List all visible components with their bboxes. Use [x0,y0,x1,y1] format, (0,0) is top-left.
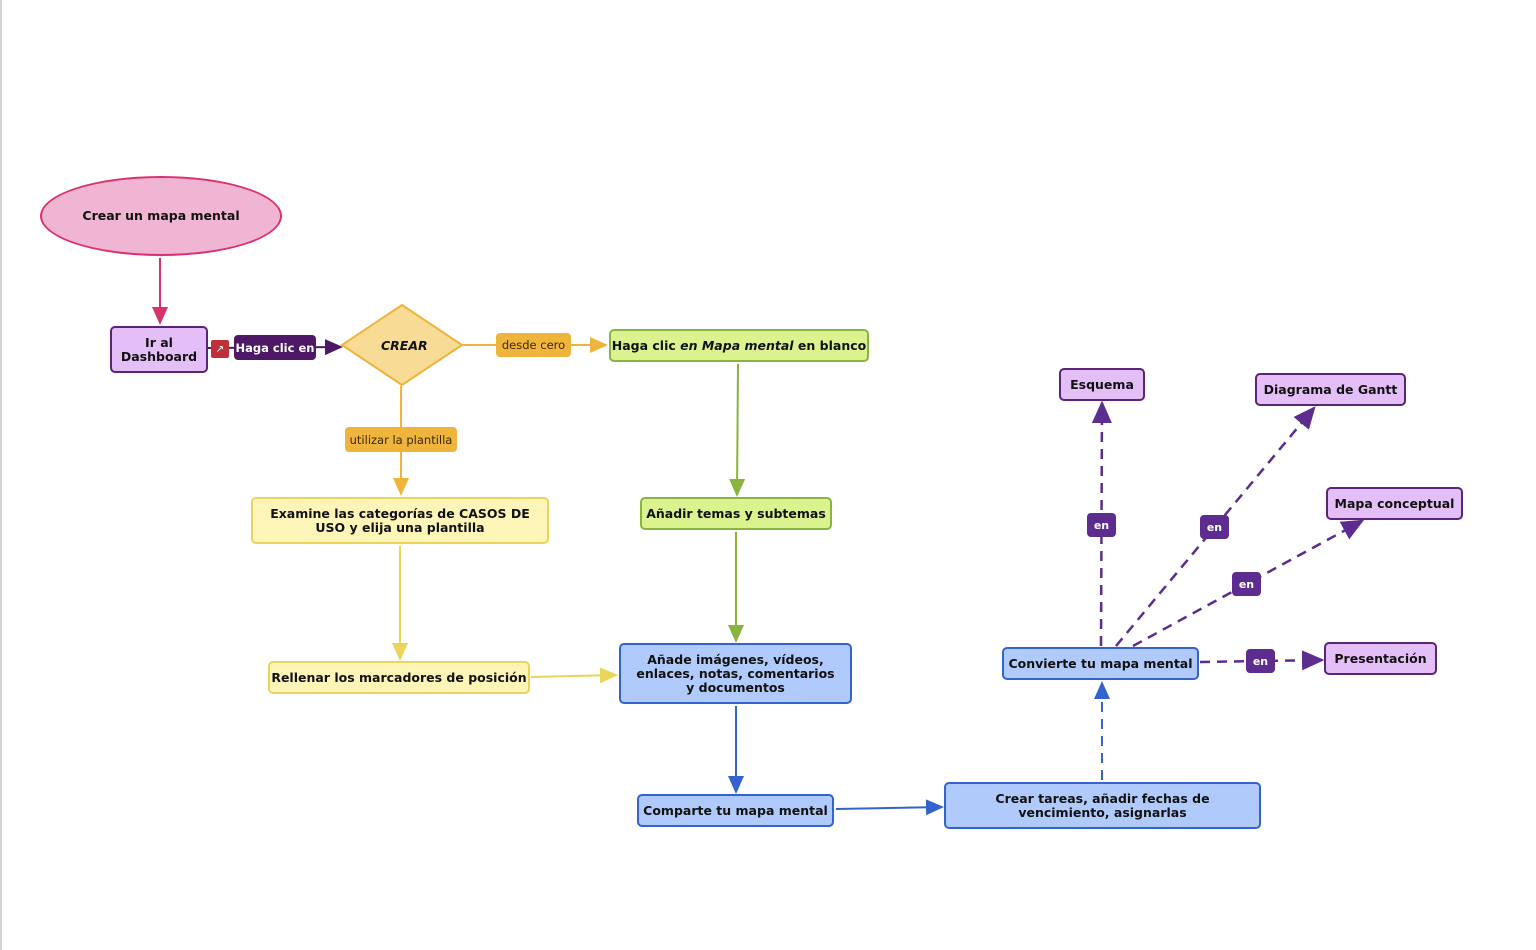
dashboard-node[interactable]: Ir al Dashboard [110,326,208,373]
tasks-node-text: Crear tareas, añadir fechas de vencimien… [995,790,1210,820]
crear-decision-text[interactable]: CREAR [381,338,428,353]
edge-label-en-esquema: en [1087,513,1116,537]
edge-label-en-gantt: en [1200,515,1229,539]
examine-node[interactable]: Examine las categorías de CASOS DE USO y… [251,497,549,544]
media-node-text: Añade imágenes, vídeos, enlaces, notas, … [636,651,835,695]
edge-label-from-scratch: desde cero [496,333,571,357]
tasks-node[interactable]: Crear tareas, añadir fechas de vencimien… [944,782,1261,829]
convert-node[interactable]: Convierte tu mapa mental [1002,647,1199,680]
placeholders-node-text: Rellenar los marcadores de posición [271,669,527,685]
convert-node-text: Convierte tu mapa mental [1008,655,1193,671]
presentacion-node[interactable]: Presentación [1324,642,1437,675]
presentacion-node-text: Presentación [1334,650,1427,666]
topics-node-text: Añadir temas y subtemas [646,505,826,521]
edge-blank-topics [729,363,746,497]
edge-label-click: Haga clic en [234,335,316,360]
blank-text-post: en blanco [793,337,867,353]
examine-node-text: Examine las categorías de CASOS DE USO y… [270,505,530,535]
edge-label-use-template: utilizar la plantilla [345,427,457,452]
media-node[interactable]: Añade imágenes, vídeos, enlaces, notas, … [619,643,852,704]
gantt-node[interactable]: Diagrama de Gantt [1255,373,1406,406]
blank-text-pre: Haga clic [611,337,681,353]
edge-label-en-conceptual: en [1232,572,1261,596]
dashboard-node-text: Ir al Dashboard [120,334,198,364]
conceptual-node[interactable]: Mapa conceptual [1326,487,1463,520]
start-node-text: Crear un mapa mental [82,208,240,223]
esquema-node-text: Esquema [1070,376,1134,392]
edge-placeholders-media [530,667,618,684]
share-node[interactable]: Comparte tu mapa mental [637,794,834,827]
blank-text-italic: en Mapa mental [680,337,794,353]
edge-share-tasks [835,799,944,816]
share-node-text: Comparte tu mapa mental [643,802,828,818]
hyperlink-icon[interactable]: ↗ [211,340,229,358]
conceptual-node-text: Mapa conceptual [1334,495,1455,511]
topics-node[interactable]: Añadir temas y subtemas [640,497,832,530]
blank-mindmap-node[interactable]: Haga clic en Mapa mental en blanco [609,329,869,362]
esquema-node[interactable]: Esquema [1059,368,1145,401]
start-node[interactable]: Crear un mapa mental [40,176,282,256]
edge-label-en-presentacion: en [1246,649,1275,673]
placeholders-node[interactable]: Rellenar los marcadores de posición [268,661,530,694]
gantt-node-text: Diagrama de Gantt [1263,381,1398,397]
